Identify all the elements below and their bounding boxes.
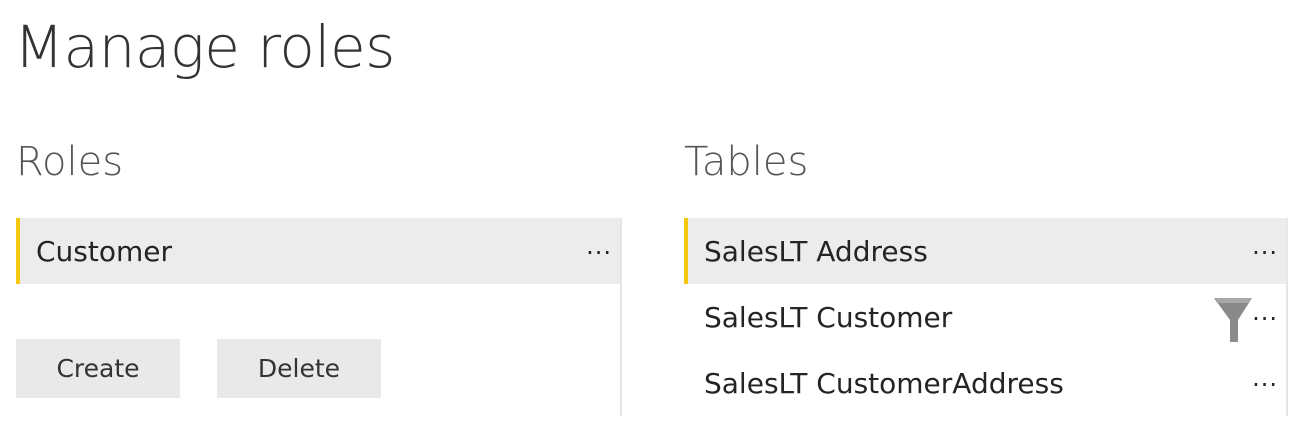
roles-section-title: Roles <box>16 139 124 185</box>
more-options-icon[interactable]: ... <box>1252 298 1278 326</box>
table-item-salesLT-customeraddress[interactable]: SalesLT CustomerAddress ... <box>684 350 1286 416</box>
tables-list: SalesLT Address ... SalesLT Customer ...… <box>684 218 1288 416</box>
table-item-label: SalesLT Customer <box>704 300 953 334</box>
table-item-label: SalesLT CustomerAddress <box>704 366 1064 400</box>
table-item-salesLT-customer[interactable]: SalesLT Customer ... <box>684 284 1286 350</box>
tables-section-title: Tables <box>684 139 809 185</box>
create-role-button[interactable]: Create <box>16 339 180 398</box>
more-options-icon[interactable]: ... <box>586 232 612 260</box>
role-item-customer[interactable]: Customer ... <box>16 218 620 284</box>
table-item-salesLT-address[interactable]: SalesLT Address ... <box>684 218 1286 284</box>
table-item-label: SalesLT Address <box>704 234 928 268</box>
page-title: Manage roles <box>14 13 395 81</box>
role-item-label: Customer <box>36 234 173 268</box>
filter-funnel-icon <box>1214 298 1252 342</box>
more-options-icon[interactable]: ... <box>1252 364 1278 392</box>
delete-role-button[interactable]: Delete <box>217 339 381 398</box>
more-options-icon[interactable]: ... <box>1252 232 1278 260</box>
